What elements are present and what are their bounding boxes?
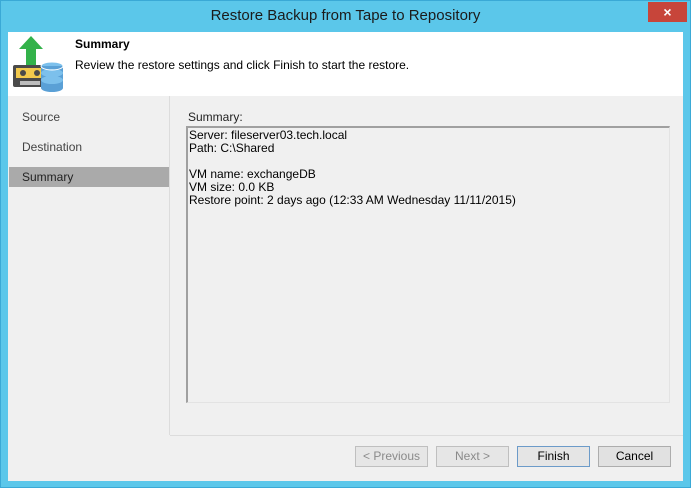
summary-label: Summary:: [188, 110, 243, 124]
nav-step-summary[interactable]: Summary: [9, 167, 169, 187]
wizard-body: Summary Review the restore settings and …: [8, 32, 683, 481]
nav-step-destination[interactable]: Destination: [9, 137, 169, 157]
wizard-header: Summary Review the restore settings and …: [8, 32, 683, 96]
summary-line-path: Path: C:\Shared: [189, 141, 275, 155]
finish-button[interactable]: Finish: [517, 446, 590, 467]
page-title: Summary: [75, 37, 130, 51]
tape-restore-icon: [13, 36, 64, 92]
cancel-button[interactable]: Cancel: [598, 446, 671, 467]
summary-textbox[interactable]: Server: fileserver03.tech.local Path: C:…: [186, 126, 670, 403]
previous-button[interactable]: < Previous: [355, 446, 428, 467]
title-bar[interactable]: Restore Backup from Tape to Repository ×: [1, 1, 690, 32]
restore-wizard-window: Restore Backup from Tape to Repository ×: [0, 0, 691, 488]
close-button[interactable]: ×: [648, 2, 687, 22]
page-description: Review the restore settings and click Fi…: [75, 58, 410, 72]
nav-step-source[interactable]: Source: [9, 107, 169, 127]
summary-line-restore-point: Restore point: 2 days ago (12:33 AM Wedn…: [189, 193, 516, 207]
nav-divider: [169, 96, 170, 435]
footer-divider: [170, 435, 683, 436]
window-title: Restore Backup from Tape to Repository: [210, 7, 481, 24]
wizard-steps-nav: Source Destination Summary: [8, 96, 169, 481]
next-button[interactable]: Next >: [436, 446, 509, 467]
